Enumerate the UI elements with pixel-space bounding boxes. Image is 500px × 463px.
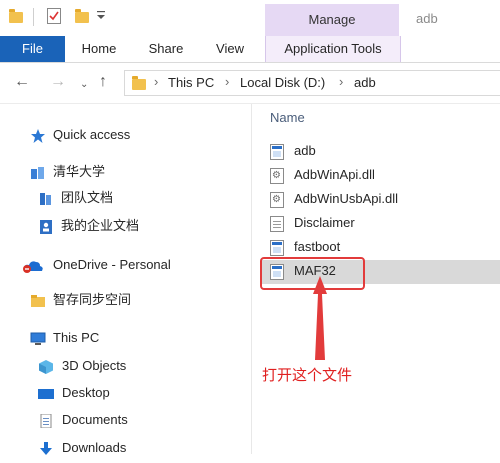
tab-home[interactable]: Home [72, 36, 126, 62]
column-header-name[interactable]: Name [270, 110, 305, 125]
nav-label: This PC [53, 330, 100, 345]
documents-icon [38, 413, 54, 429]
nav-label: 我的企业文档 [61, 218, 140, 233]
nav-label: 智存同步空间 [53, 292, 132, 307]
nav-label: Documents [62, 412, 128, 427]
dll-icon [270, 168, 284, 184]
properties-icon[interactable] [47, 8, 61, 24]
annotation-arrow [313, 276, 327, 360]
breadcrumb-adb[interactable]: adb [354, 75, 376, 90]
folder-icon [132, 76, 146, 90]
tab-file[interactable]: File [0, 36, 65, 62]
nav-label: 3D Objects [62, 358, 127, 373]
back-arrow-icon[interactable]: ← [14, 73, 30, 91]
file-name: AdbWinApi.dll [294, 167, 375, 182]
document-icon [270, 216, 284, 232]
up-arrow-icon[interactable]: ↑ [99, 73, 107, 91]
file-name: Disclaimer [294, 215, 355, 230]
file-name: AdbWinUsbApi.dll [294, 191, 399, 206]
computer-icon [30, 331, 46, 345]
dll-icon [270, 192, 284, 208]
breadcrumb-local-disk[interactable]: Local Disk (D:) [240, 75, 325, 90]
breadcrumb-chevron-icon[interactable]: › [154, 74, 158, 89]
file-row-adbwinapi[interactable]: AdbWinApi.dll [262, 164, 500, 188]
team-docs-icon [38, 191, 54, 205]
annotation-text: 打开这个文件 [262, 367, 353, 384]
separator [33, 8, 34, 26]
file-name: fastboot [294, 239, 341, 254]
manage-label: Manage [308, 12, 356, 27]
exe-icon [270, 144, 284, 160]
cloud-drive-icon [30, 165, 46, 179]
nav-label: 团队文档 [61, 190, 114, 205]
pane-divider[interactable] [251, 104, 252, 454]
star-icon [30, 128, 46, 143]
person-docs-icon [38, 219, 54, 234]
forward-arrow-icon[interactable]: → [50, 73, 66, 91]
folder-icon [30, 293, 46, 307]
nav-label: OneDrive - Personal [53, 257, 171, 272]
new-folder-icon[interactable] [75, 9, 89, 23]
nav-label: Quick access [53, 127, 131, 142]
nav-label: Downloads [62, 440, 127, 455]
exe-icon [270, 240, 284, 256]
breadcrumb-this-pc[interactable]: This PC [168, 75, 214, 90]
onedrive-icon [22, 258, 44, 273]
nav-label: Desktop [62, 385, 110, 400]
file-name: adb [294, 143, 316, 158]
breadcrumb-chevron-icon[interactable]: › [225, 74, 229, 89]
tab-view[interactable]: View [205, 36, 255, 62]
customize-quick-access-icon[interactable] [96, 10, 110, 26]
tab-application-tools[interactable]: Application Tools [265, 36, 401, 62]
nav-label: 清华大学 [53, 164, 106, 179]
breadcrumb-chevron-icon[interactable]: › [339, 74, 343, 89]
file-row-adbwinusbapi[interactable]: AdbWinUsbApi.dll [262, 188, 500, 212]
file-row-adb[interactable]: adb [262, 140, 500, 164]
recent-locations-chevron-icon[interactable]: ⌄ [80, 76, 88, 94]
desktop-icon [38, 386, 54, 400]
tab-share[interactable]: Share [139, 36, 193, 62]
cube-icon [38, 359, 54, 374]
window-title: adb [416, 11, 438, 26]
download-arrow-icon [38, 441, 54, 455]
folder-icon [9, 9, 23, 23]
file-row-disclaimer[interactable]: Disclaimer [262, 212, 500, 236]
